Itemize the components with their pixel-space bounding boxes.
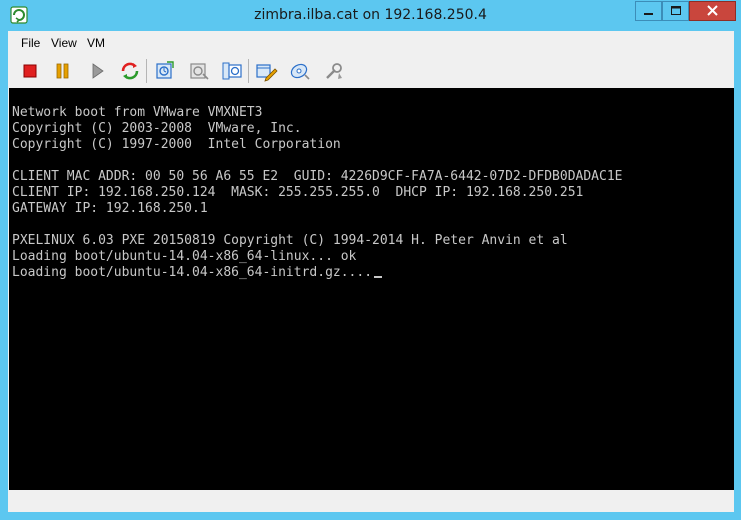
vm-console-window: zimbra.ilba.cat on 192.168.250.4 File Vi…: [0, 0, 741, 520]
status-bar: [8, 490, 734, 512]
console-line: GATEWAY IP: 192.168.250.1: [12, 201, 208, 216]
maximize-icon: [671, 6, 681, 15]
console-line-last: Loading boot/ubuntu-14.04-x86_64-initrd.…: [12, 265, 383, 281]
edit-settings-icon: [256, 64, 278, 82]
revert-snapshot-icon: [190, 63, 209, 80]
snapshot-manager-button[interactable]: [220, 59, 244, 83]
snapshot-icon: [156, 61, 174, 79]
cd-dvd-button[interactable]: [288, 59, 312, 83]
window-title: zimbra.ilba.cat on 192.168.250.4: [254, 7, 487, 23]
reset-icon: [121, 62, 139, 80]
minimize-icon: [644, 13, 653, 15]
vm-options-button[interactable]: [322, 59, 346, 83]
take-snapshot-button[interactable]: [153, 59, 177, 83]
stop-icon: [23, 64, 37, 78]
edit-settings-button[interactable]: [254, 59, 278, 83]
console-line: Network boot from VMware VMXNET3: [12, 105, 263, 120]
menu-view[interactable]: View: [51, 36, 77, 50]
power-off-button[interactable]: [18, 59, 42, 83]
cd-dvd-icon: [290, 63, 310, 80]
power-on-button[interactable]: [85, 59, 109, 83]
close-icon: [707, 5, 718, 16]
menu-vm[interactable]: VM: [87, 36, 105, 50]
suspend-button[interactable]: [51, 59, 75, 83]
minimize-button[interactable]: [635, 1, 662, 21]
snapshot-manager-icon: [222, 62, 242, 80]
toolbar-separator: [248, 59, 249, 83]
console-line-text: Loading boot/ubuntu-14.04-x86_64-initrd.…: [12, 265, 373, 280]
vm-console-screen[interactable]: Network boot from VMware VMXNET3 Copyrig…: [9, 88, 734, 490]
toolbar-separator: [146, 59, 147, 83]
console-line: PXELINUX 6.03 PXE 20150819 Copyright (C)…: [12, 233, 568, 248]
console-line: Copyright (C) 2003-2008 VMware, Inc.: [12, 121, 302, 136]
console-line: CLIENT IP: 192.168.250.124 MASK: 255.255…: [12, 185, 584, 200]
menu-bar: File View VM: [8, 31, 734, 55]
text-cursor: [374, 276, 383, 278]
client-area: File View VM Network boot from VMware VM…: [8, 31, 734, 512]
console-line: Loading boot/ubuntu-14.04-x86_64-linux..…: [12, 249, 357, 264]
toolbar: [8, 55, 734, 87]
play-icon: [92, 63, 104, 79]
maximize-button[interactable]: [662, 1, 689, 21]
menu-file[interactable]: File: [21, 36, 40, 50]
close-button[interactable]: [689, 1, 736, 21]
revert-snapshot-button[interactable]: [187, 59, 211, 83]
pause-icon: [56, 63, 69, 79]
title-bar[interactable]: zimbra.ilba.cat on 192.168.250.4: [0, 0, 741, 31]
console-line: CLIENT MAC ADDR: 00 50 56 A6 55 E2 GUID:…: [12, 169, 623, 184]
console-line: Copyright (C) 1997-2000 Intel Corporatio…: [12, 137, 341, 152]
reset-button[interactable]: [118, 59, 142, 83]
vm-options-icon: [326, 63, 342, 79]
